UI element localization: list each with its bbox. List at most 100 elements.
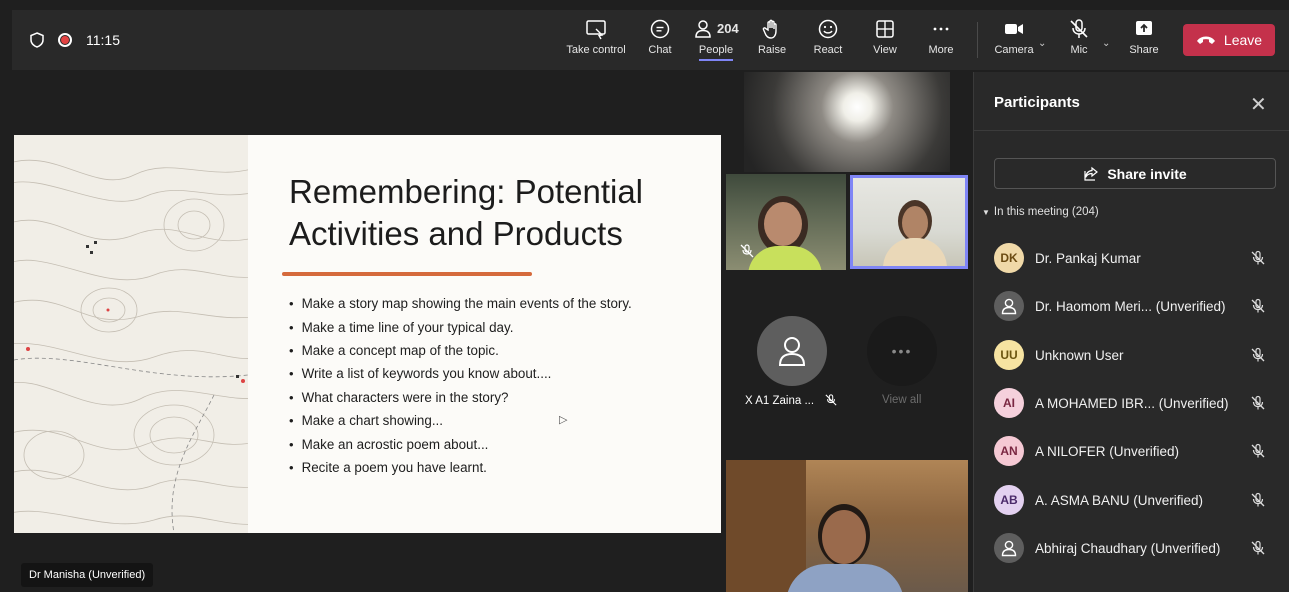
hang-up-icon bbox=[1196, 36, 1215, 44]
mic-off-icon bbox=[1251, 395, 1265, 410]
meeting-timer: 11:15 bbox=[86, 32, 120, 48]
audio-participant-label: X A1 Zaina ... bbox=[745, 394, 837, 407]
participant-avatar: AI bbox=[994, 388, 1024, 418]
participant-name: A MOHAMED IBR... (Unverified) bbox=[1035, 395, 1229, 411]
slide-bullet: Make a chart showing... bbox=[289, 409, 632, 432]
participant-avatar bbox=[994, 291, 1024, 321]
participant-avatar: AB bbox=[994, 485, 1024, 515]
person-icon bbox=[778, 337, 806, 366]
meeting-toolbar: 11:15 Take control Chat 204 People Raise… bbox=[12, 10, 1289, 70]
leave-button[interactable]: Leave bbox=[1183, 24, 1275, 56]
panel-title: Participants bbox=[994, 94, 1080, 111]
mic-off-icon bbox=[1251, 540, 1265, 555]
participant-name: Dr. Haomom Meri... (Unverified) bbox=[1035, 298, 1226, 314]
avatar-initials: UU bbox=[1000, 348, 1018, 362]
panel-divider bbox=[974, 130, 1289, 131]
video-tile-participant[interactable] bbox=[726, 460, 968, 592]
avatar-initials: AN bbox=[1000, 444, 1018, 458]
grid-view-icon bbox=[876, 20, 894, 38]
raise-hand-button[interactable]: Raise bbox=[744, 18, 800, 66]
share-icon bbox=[1084, 166, 1099, 181]
toolbar-divider bbox=[977, 22, 978, 58]
shield-icon bbox=[30, 32, 44, 48]
slide-title: Remembering: Potential Activities and Pr… bbox=[289, 173, 644, 252]
mic-off-icon bbox=[1251, 298, 1265, 313]
view-all-label[interactable]: View all bbox=[882, 394, 921, 406]
participant-row[interactable]: Dr. Haomom Meri... (Unverified) bbox=[994, 286, 1282, 326]
smiley-icon bbox=[818, 19, 838, 39]
participant-row[interactable]: Abhiraj Chaudhary (Unverified) bbox=[994, 528, 1282, 568]
participant-shirt bbox=[883, 238, 947, 266]
video-tile-participant[interactable] bbox=[726, 174, 846, 270]
avatar-initials: DK bbox=[1000, 251, 1018, 265]
slide-title-underline bbox=[282, 272, 532, 276]
participants-panel: Participants ✕ Share invite ▼ In this mee… bbox=[973, 72, 1289, 592]
more-button[interactable]: More bbox=[913, 18, 969, 66]
meeting-status: 11:15 bbox=[30, 10, 120, 70]
participant-name: Unknown User bbox=[1035, 347, 1124, 363]
view-button[interactable]: View bbox=[857, 18, 913, 66]
participant-shirt bbox=[748, 246, 822, 270]
mic-off-icon bbox=[1251, 443, 1265, 458]
participant-row[interactable]: AI A MOHAMED IBR... (Unverified) bbox=[994, 383, 1282, 423]
avatar-initials: AB bbox=[1000, 493, 1018, 507]
camera-options-chevron-icon[interactable]: ⌄ bbox=[1038, 38, 1046, 49]
participant-row[interactable]: AB A. ASMA BANU (Unverified) bbox=[994, 480, 1282, 520]
participant-face bbox=[902, 206, 928, 240]
view-all-button[interactable]: ••• bbox=[867, 316, 937, 386]
slide-bullet: Make a time line of your typical day. bbox=[289, 315, 632, 338]
more-icon bbox=[933, 27, 949, 31]
participant-name: Abhiraj Chaudhary (Unverified) bbox=[1035, 540, 1221, 556]
participant-row[interactable]: AN A NILOFER (Unverified) bbox=[994, 431, 1282, 471]
avatar-initials: AI bbox=[1003, 396, 1015, 410]
take-control-button[interactable]: Take control bbox=[566, 18, 626, 66]
person-icon bbox=[1001, 298, 1017, 315]
participant-name: Dr. Pankaj Kumar bbox=[1035, 250, 1141, 266]
chat-button[interactable]: Chat bbox=[632, 18, 688, 66]
react-button[interactable]: React bbox=[800, 18, 856, 66]
participant-avatar[interactable] bbox=[757, 316, 827, 386]
in-meeting-section-header[interactable]: ▼ In this meeting (204) bbox=[982, 206, 1099, 218]
participant-avatar: UU bbox=[994, 340, 1024, 370]
mic-off-icon bbox=[1251, 492, 1265, 507]
chat-icon bbox=[650, 19, 670, 39]
slide-bullet: What characters were in the story? bbox=[289, 386, 632, 409]
participant-row[interactable]: DK Dr. Pankaj Kumar bbox=[994, 238, 1282, 278]
caret-down-icon: ▼ bbox=[982, 208, 990, 217]
topographic-map-image bbox=[14, 135, 265, 533]
video-tile-active-speaker[interactable] bbox=[850, 175, 968, 269]
mic-off-icon bbox=[740, 244, 754, 258]
slide-bullet: Make a story map showing the main events… bbox=[289, 292, 632, 315]
camera-button[interactable]: Camera bbox=[986, 18, 1042, 66]
participant-avatar bbox=[994, 533, 1024, 563]
mic-button[interactable]: Mic bbox=[1051, 18, 1107, 66]
person-icon bbox=[1001, 540, 1017, 557]
participant-name: A NILOFER (Unverified) bbox=[1035, 443, 1180, 459]
participant-avatar: DK bbox=[994, 243, 1024, 273]
slide-bullet: Write a list of keywords you know about.… bbox=[289, 362, 632, 385]
recording-icon bbox=[58, 33, 72, 47]
mic-off-icon bbox=[1251, 347, 1265, 362]
share-invite-button[interactable]: Share invite bbox=[994, 158, 1276, 189]
mic-options-chevron-icon[interactable]: ⌄ bbox=[1102, 38, 1110, 49]
shared-slide: Remembering: Potential Activities and Pr… bbox=[14, 135, 721, 533]
close-icon[interactable]: ✕ bbox=[1250, 92, 1267, 117]
more-icon: ••• bbox=[891, 343, 913, 359]
participant-avatar: AN bbox=[994, 436, 1024, 466]
participant-row[interactable]: UU Unknown User bbox=[994, 335, 1282, 375]
people-count: 204 bbox=[717, 21, 739, 36]
video-tile-light[interactable] bbox=[744, 72, 950, 172]
slide-bullet: Make a concept map of the topic. bbox=[289, 339, 632, 362]
participant-face bbox=[822, 510, 866, 564]
share-screen-icon bbox=[1136, 21, 1152, 35]
slide-bullet-list: Make a story map showing the main events… bbox=[289, 292, 632, 479]
mic-off-icon bbox=[1251, 250, 1265, 265]
participant-name: A. ASMA BANU (Unverified) bbox=[1035, 492, 1204, 508]
mic-off-icon bbox=[825, 394, 837, 406]
slide-bullet: Recite a poem you have learnt. bbox=[289, 456, 632, 479]
people-button[interactable]: 204 People bbox=[688, 18, 744, 66]
mouse-cursor-icon: ▷ bbox=[559, 414, 568, 426]
camera-icon bbox=[1005, 24, 1023, 34]
share-button[interactable]: Share bbox=[1116, 18, 1172, 66]
mic-off-icon bbox=[1070, 19, 1088, 38]
